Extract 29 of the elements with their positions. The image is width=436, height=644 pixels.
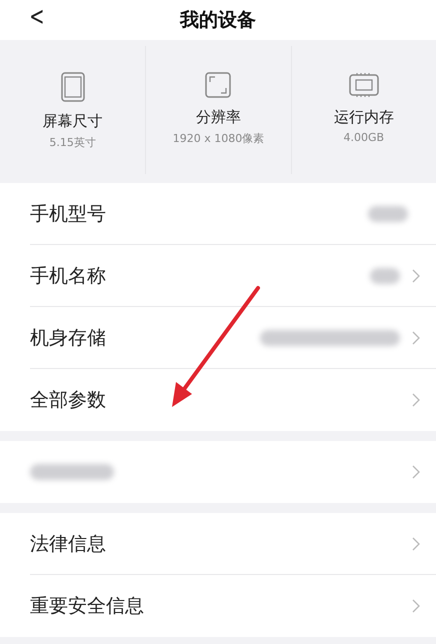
settings-row[interactable]: 全部参数 [0,369,436,431]
row-label: 重要安全信息 [30,594,145,619]
row-label: 手机型号 [30,202,107,227]
chevron-icon [412,331,420,345]
settings-row[interactable]: 手机型号 [0,183,436,245]
resolution-icon [205,72,232,98]
row-label: 全部参数 [30,388,107,413]
spec-label: 运行内存 [334,108,394,127]
spec-label: 分辨率 [196,108,241,127]
chevron-icon [412,537,420,551]
spec-value: 5.15英寸 [49,135,96,150]
settings-row[interactable]: 法律信息 [0,513,436,575]
chevron-icon [412,599,420,613]
chevron-icon [412,269,420,283]
spec-label: 屏幕尺寸 [42,112,103,131]
screen-icon [60,72,85,102]
spec-value: 1920 x 1080像素 [172,131,264,146]
settings-row[interactable]: 机身存储 [0,307,436,369]
row-label: 法律信息 [30,532,107,557]
row-label: 手机名称 [30,264,107,289]
row-label: 机身存储 [30,326,107,351]
memory-chip-icon [348,72,379,98]
back-button[interactable]: < [29,2,45,32]
page-title: 我的设备 [180,8,256,33]
chevron-icon [412,393,420,407]
spec-value: 4.00GB [344,131,384,144]
settings-row[interactable]: 手机名称 [0,245,436,307]
chevron-icon [412,465,420,479]
settings-row[interactable]: 重要安全信息 [0,575,436,637]
